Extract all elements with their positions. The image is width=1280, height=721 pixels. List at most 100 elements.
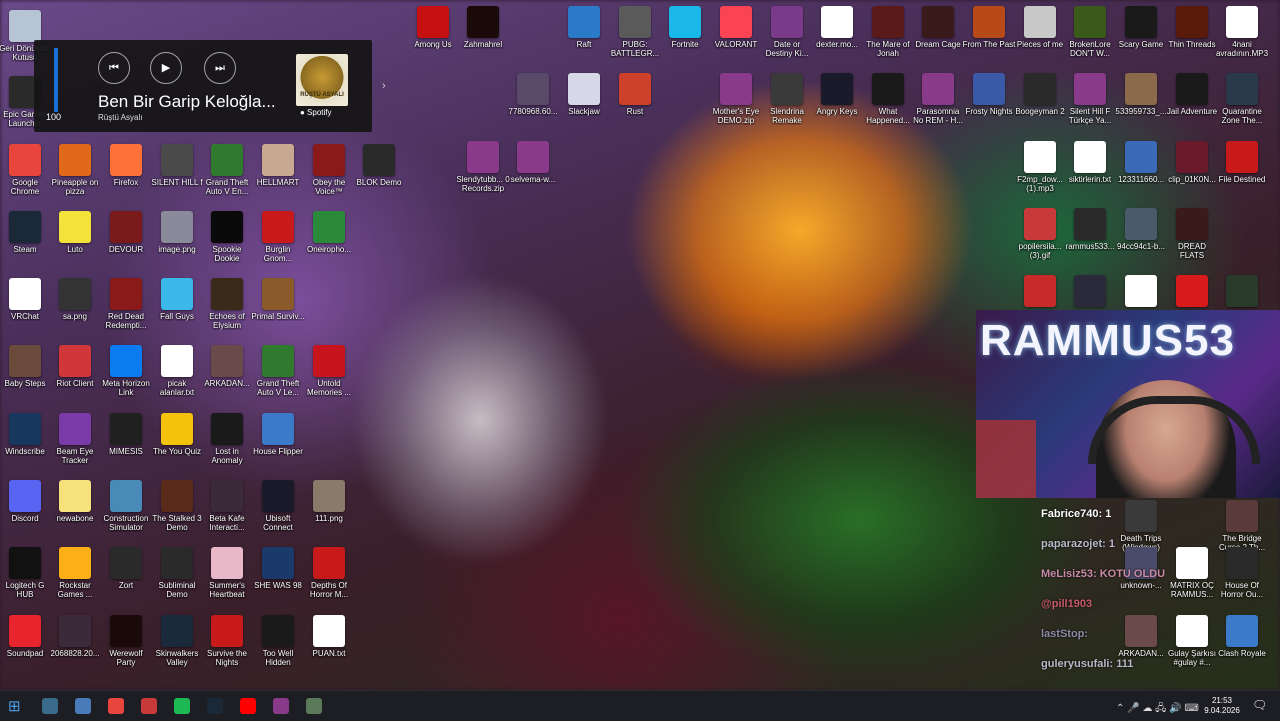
- desktop-icon[interactable]: Mother's Eye DEMO.zip: [709, 73, 763, 125]
- desktop-icon[interactable]: The You Quiz: [150, 413, 204, 456]
- desktop-icon[interactable]: Construction Simulator: [99, 480, 153, 532]
- desktop-icon[interactable]: HELLMART: [251, 144, 305, 187]
- desktop-icon[interactable]: Ubisoft Connect: [251, 480, 305, 532]
- taskbar-chrome-a-icon[interactable]: [75, 698, 91, 714]
- taskbar-steam-icon[interactable]: [207, 698, 223, 714]
- desktop-icon[interactable]: Echoes of Elysium: [200, 278, 254, 330]
- taskbar[interactable]: ⊞ ⌃ 🎤 ☁ 🖧 🔊 ⌨ 21:53 9.04.2026 🗨: [0, 690, 1280, 721]
- desktop-icon[interactable]: Boogeyman 2: [1013, 73, 1067, 116]
- start-button[interactable]: ⊞: [8, 697, 21, 715]
- desktop-icon[interactable]: Firefox: [99, 144, 153, 187]
- desktop-icon[interactable]: [1114, 275, 1168, 309]
- desktop-icon[interactable]: Summer's Heartbeat: [200, 547, 254, 599]
- desktop-icon[interactable]: File Destined: [1215, 141, 1269, 184]
- desktop-icon[interactable]: clip_01K0N...: [1165, 141, 1219, 184]
- desktop-icon[interactable]: The Mare of Jonah: [861, 6, 915, 58]
- desktop-icon[interactable]: 7780968.60...: [506, 73, 560, 116]
- desktop-icon[interactable]: Grand Theft Auto V En...: [200, 144, 254, 196]
- desktop-icon[interactable]: Gulay Şarkısı #gulay #...: [1165, 615, 1219, 667]
- desktop-icon[interactable]: Frosty Nights: [962, 73, 1016, 116]
- desktop-icon[interactable]: [1063, 275, 1117, 309]
- desktop-icon[interactable]: Discord: [0, 480, 52, 523]
- desktop-icon[interactable]: The Bridge Curse 2 Th...: [1215, 500, 1269, 552]
- desktop-icon[interactable]: Survive the Nights: [200, 615, 254, 667]
- play-button[interactable]: ▶: [150, 52, 182, 84]
- desktop-icon[interactable]: Subliminal Demo: [150, 547, 204, 599]
- desktop-icon[interactable]: selvema-w...: [506, 141, 560, 184]
- desktop-icon[interactable]: Fortnite: [658, 6, 712, 49]
- desktop-icon[interactable]: Werewolf Party: [99, 615, 153, 667]
- desktop-icon[interactable]: Silent Hill F Türkçe Ya...: [1063, 73, 1117, 125]
- desktop-icon[interactable]: House Flipper: [251, 413, 305, 456]
- taskbar-winrar-icon[interactable]: [273, 698, 289, 714]
- desktop-icon[interactable]: Beam Eye Tracker: [48, 413, 102, 465]
- desktop-icon[interactable]: Rust: [608, 73, 662, 116]
- desktop-icon[interactable]: Baby Steps: [0, 345, 52, 388]
- desktop-icon[interactable]: Quarantine Zone The...: [1215, 73, 1269, 125]
- desktop-icon[interactable]: 533959733_...: [1114, 73, 1168, 116]
- desktop-icon[interactable]: Grand Theft Auto V Le...: [251, 345, 305, 397]
- previous-track-button[interactable]: ⏮: [98, 52, 130, 84]
- desktop-icon[interactable]: Dream Cage: [911, 6, 965, 49]
- desktop-icon[interactable]: Scary Game: [1114, 6, 1168, 49]
- desktop-icon[interactable]: SHE WAS 98: [251, 547, 305, 590]
- desktop-icon[interactable]: Riot Client: [48, 345, 102, 388]
- desktop-icon[interactable]: rammus533...: [1063, 208, 1117, 251]
- desktop-icon[interactable]: [1013, 275, 1067, 309]
- desktop-icon[interactable]: Lost in Anomaly: [200, 413, 254, 465]
- desktop-icon[interactable]: 2068828.20...: [48, 615, 102, 658]
- desktop-icon[interactable]: Slendytubb... 0 Records.zip: [456, 141, 510, 193]
- desktop-icon[interactable]: Raft: [557, 6, 611, 49]
- desktop-icon[interactable]: siktirlerin.txt: [1063, 141, 1117, 184]
- notification-icon[interactable]: 🗨: [1252, 698, 1267, 712]
- desktop-icon[interactable]: Steam: [0, 211, 52, 254]
- taskbar-voicemeeter-icon[interactable]: [141, 698, 157, 714]
- system-tray[interactable]: ⌃ 🎤 ☁ 🖧 🔊 ⌨: [1116, 701, 1199, 718]
- desktop-icon[interactable]: Burglin Gnom...: [251, 211, 305, 263]
- taskbar-clock[interactable]: 21:53 9.04.2026: [1200, 696, 1244, 716]
- desktop-icon[interactable]: BrokenLore DON'T W...: [1063, 6, 1117, 58]
- desktop-icon[interactable]: Luto: [48, 211, 102, 254]
- desktop-icon[interactable]: DEVOUR: [99, 211, 153, 254]
- desktop-icon[interactable]: Date or Destiny Ki...: [760, 6, 814, 58]
- desktop-icon[interactable]: Thin Threads: [1165, 6, 1219, 49]
- desktop-icon[interactable]: Untold Memories ...: [302, 345, 356, 397]
- desktop-icon[interactable]: MATRIX OÇ RAMMUS...: [1165, 547, 1219, 599]
- desktop-icon[interactable]: Logitech G HUB: [0, 547, 52, 599]
- desktop-icon[interactable]: Red Dead Redempti...: [99, 278, 153, 330]
- desktop-icon[interactable]: Fall Guys: [150, 278, 204, 321]
- desktop-icon[interactable]: Zort: [99, 547, 153, 590]
- volume-bar[interactable]: [54, 48, 58, 112]
- desktop-icon[interactable]: The Stalked 3 Demo: [150, 480, 204, 532]
- desktop-icon[interactable]: From The Past: [962, 6, 1016, 49]
- desktop-icon[interactable]: Jail Adventure: [1165, 73, 1219, 116]
- taskbar-spotify-icon[interactable]: [174, 698, 190, 714]
- desktop-icon[interactable]: Slendrina Remake: [760, 73, 814, 125]
- desktop-icon[interactable]: PUBG: BATTLEGR...: [608, 6, 662, 58]
- desktop-icon[interactable]: Obey the Voice™: [302, 144, 356, 196]
- desktop-icon[interactable]: Pieces of me: [1013, 6, 1067, 49]
- desktop-icon[interactable]: PUAN.txt: [302, 615, 356, 658]
- taskbar-settings-icon[interactable]: [42, 698, 58, 714]
- desktop-icon[interactable]: 94cc94c1-b...: [1114, 208, 1168, 251]
- desktop-icon[interactable]: Depths Of Horror M...: [302, 547, 356, 599]
- desktop-icon[interactable]: Parasomnia No REM - H...: [911, 73, 965, 125]
- desktop-icon[interactable]: House Of Horror Ou...: [1215, 547, 1269, 599]
- desktop-icon[interactable]: DREAD FLATS: [1165, 208, 1219, 260]
- desktop-icon[interactable]: sa.png: [48, 278, 102, 321]
- desktop-icon[interactable]: Soundpad: [0, 615, 52, 658]
- desktop-icon[interactable]: Death Trips (Windows): [1114, 500, 1168, 552]
- desktop-icon[interactable]: SILENT HILL f: [150, 144, 204, 187]
- desktop-icon[interactable]: Clash Royale: [1215, 615, 1269, 658]
- desktop-icon[interactable]: Slackjaw: [557, 73, 611, 116]
- desktop-icon[interactable]: dexter.mo...: [810, 6, 864, 49]
- desktop-icon[interactable]: Meta Horizon Link: [99, 345, 153, 397]
- desktop-icon[interactable]: F2mp_dow... (1).mp3: [1013, 141, 1067, 193]
- desktop-icon[interactable]: Spookie Dookie: [200, 211, 254, 263]
- next-track-button[interactable]: ⏭: [204, 52, 236, 84]
- desktop-icon[interactable]: 123311660...: [1114, 141, 1168, 184]
- desktop-icon[interactable]: Windscribe: [0, 413, 52, 456]
- desktop-icon[interactable]: Skinwalkers Valley: [150, 615, 204, 667]
- desktop-icon[interactable]: ARKADAN...: [1114, 615, 1168, 658]
- desktop-icon[interactable]: What Happened...: [861, 73, 915, 125]
